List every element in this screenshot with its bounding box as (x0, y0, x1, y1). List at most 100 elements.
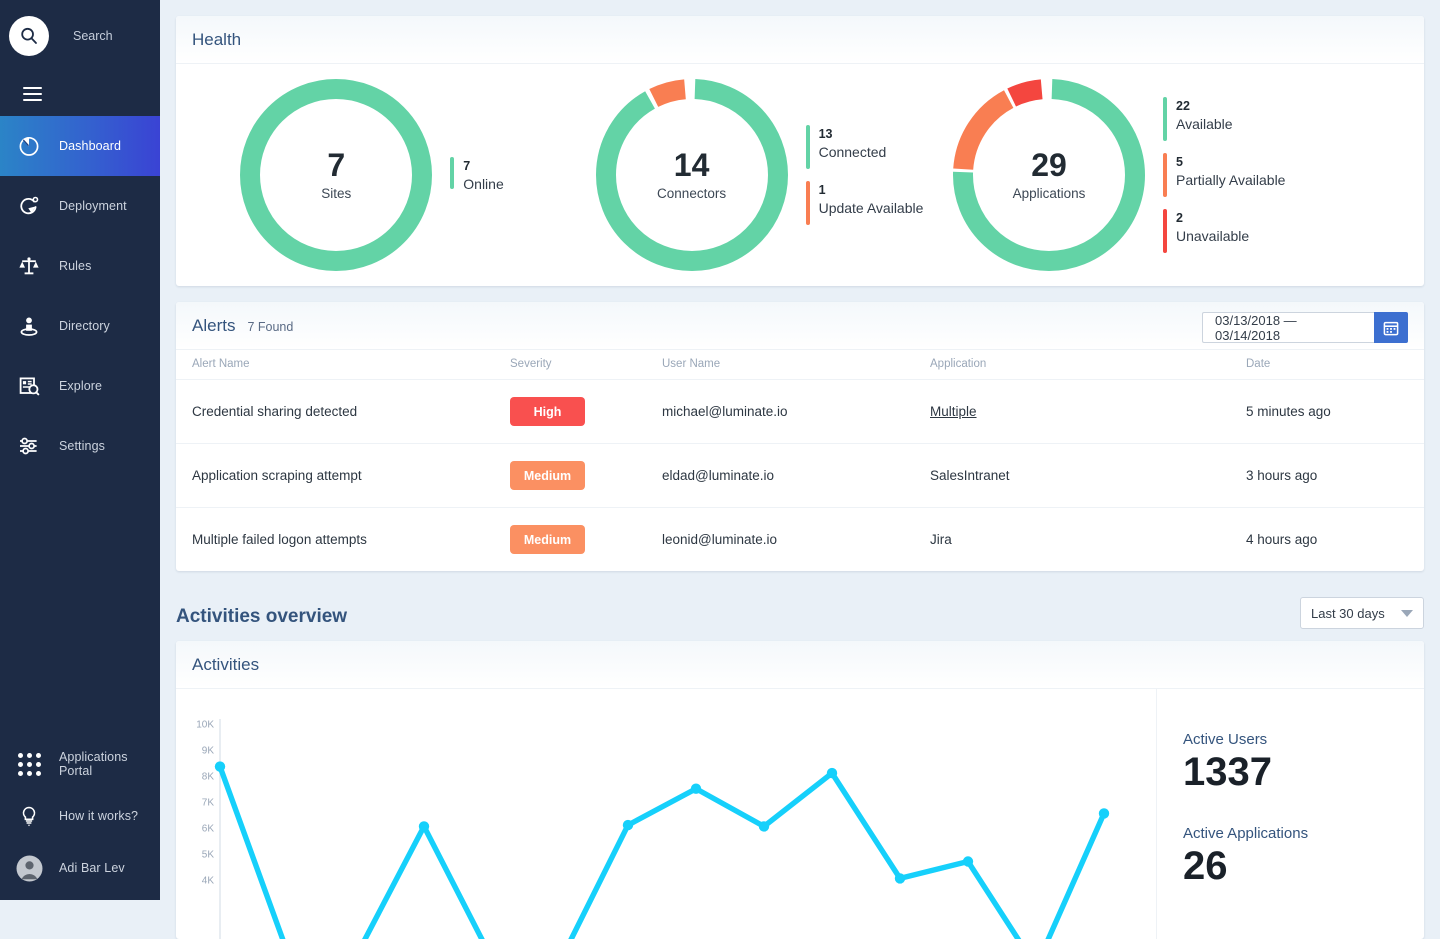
sidebar-item-label: Settings (59, 439, 105, 453)
legend-item: 22 Available (1163, 97, 1285, 141)
deployment-icon (13, 190, 45, 222)
cell-application: Jira (930, 508, 1246, 572)
sidebar-item-label: Adi Bar Lev (59, 861, 125, 875)
health-donuts: 7 Sites 7 Online (176, 64, 1424, 286)
cell-severity: High (510, 380, 662, 444)
status-badge: Medium (510, 525, 585, 554)
legend-item: 5 Partially Available (1163, 153, 1285, 197)
table-row[interactable]: Application scraping attempt Medium elda… (176, 444, 1424, 508)
status-badge: High (510, 397, 585, 426)
applications-donut: 29 Applications (951, 77, 1147, 273)
health-card: Health 7 Sites 7 (176, 16, 1424, 286)
avatar-icon (13, 852, 45, 884)
chart-data-point (623, 820, 633, 830)
chart-data-point (895, 873, 905, 883)
legend-item: 1 Update Available (806, 181, 924, 225)
legend-color-swatch (806, 181, 810, 225)
sidebar-item-settings[interactable]: Settings (0, 416, 160, 476)
legend-label: Online (463, 175, 503, 193)
chart-data-point (419, 821, 429, 831)
column-header-date[interactable]: Date (1246, 350, 1424, 380)
search-bar[interactable]: Search (0, 0, 160, 72)
sites-legend: 7 Online (450, 157, 503, 193)
sidebar-item-rules[interactable]: Rules (0, 236, 160, 296)
search-label: Search (73, 29, 113, 43)
column-header-severity[interactable]: Severity (510, 350, 662, 380)
legend-value: 7 (463, 159, 470, 173)
donut-group-sites: 7 Sites 7 Online (176, 77, 566, 273)
sidebar: Search Dashboard Deployment (0, 0, 160, 900)
activities-line-chart: 10K 9K 8K 7K 6K 5K 4K (176, 689, 1156, 939)
legend-color-swatch (450, 157, 454, 189)
chart-data-point (1099, 808, 1109, 818)
health-card-header: Health (176, 16, 1424, 64)
sidebar-item-dashboard[interactable]: Dashboard (0, 116, 160, 176)
cell-alert-name: Application scraping attempt (176, 444, 510, 508)
sidebar-item-how-it-works[interactable]: How it works? (0, 790, 160, 842)
main-content: Health 7 Sites 7 (160, 0, 1440, 900)
chart-data-point (215, 761, 225, 771)
activities-card-body: 10K 9K 8K 7K 6K 5K 4K Active Users 1337 (176, 689, 1424, 939)
table-row[interactable]: Credential sharing detected High michael… (176, 380, 1424, 444)
chevron-down-icon (1401, 610, 1413, 617)
legend-label: Unavailable (1176, 227, 1249, 245)
sidebar-item-applications-portal[interactable]: Applications Portal (0, 738, 160, 790)
cell-user-name: michael@luminate.io (662, 380, 930, 444)
time-range-select[interactable]: Last 30 days (1300, 597, 1424, 629)
legend-item: 2 Unavailable (1163, 209, 1285, 253)
connectors-donut: 14 Connectors (594, 77, 790, 273)
table-header-row: Alert Name Severity User Name Applicatio… (176, 350, 1424, 380)
sidebar-item-deployment[interactable]: Deployment (0, 176, 160, 236)
activities-card-header: Activities (176, 641, 1424, 689)
column-header-alert-name[interactable]: Alert Name (176, 350, 510, 380)
alerts-table: Alert Name Severity User Name Applicatio… (176, 350, 1424, 571)
legend-label: Partially Available (1176, 171, 1285, 189)
legend-color-swatch (806, 125, 810, 169)
legend-value: 13 (819, 127, 833, 141)
sites-count: 7 (238, 149, 434, 183)
cell-alert-name: Credential sharing detected (176, 380, 510, 444)
sidebar-item-label: Applications Portal (59, 750, 160, 778)
connectors-legend: 13 Connected 1 Update Available (806, 125, 924, 225)
column-header-user-name[interactable]: User Name (662, 350, 930, 380)
search-icon[interactable] (9, 16, 49, 56)
sites-donut-center: 7 Sites (238, 149, 434, 201)
hamburger-icon (23, 87, 42, 101)
time-range-value: Last 30 days (1311, 606, 1385, 621)
cell-date: 4 hours ago (1246, 508, 1424, 572)
alerts-date-range-picker[interactable]: 03/13/2018 — 03/14/2018 (1202, 312, 1408, 343)
activities-overview-title: Activities overview (176, 606, 347, 628)
cell-date: 3 hours ago (1246, 444, 1424, 508)
legend-color-swatch (1163, 97, 1167, 141)
sidebar-item-label: How it works? (59, 809, 138, 823)
search-glyph (19, 26, 39, 46)
table-row[interactable]: Multiple failed logon attempts Medium le… (176, 508, 1424, 572)
sidebar-item-user-profile[interactable]: Adi Bar Lev (0, 842, 160, 894)
donut-group-applications: 29 Applications 22 Available (951, 77, 1285, 273)
cell-date: 5 minutes ago (1246, 380, 1424, 444)
scales-icon (13, 250, 45, 282)
activities-title: Activities (192, 655, 259, 675)
sidebar-item-explore[interactable]: Explore (0, 356, 160, 416)
chart-line (220, 767, 1104, 939)
sidebar-item-directory[interactable]: Directory (0, 296, 160, 356)
cell-user-name: eldad@luminate.io (662, 444, 930, 508)
sidebar-item-label: Dashboard (59, 139, 121, 153)
legend-label: Update Available (819, 199, 924, 217)
hamburger-menu-button[interactable] (0, 72, 160, 116)
sidebar-item-label: Explore (59, 379, 102, 393)
connectors-label: Connectors (594, 186, 790, 201)
chart-data-point (691, 784, 701, 794)
alerts-card: Alerts 7 Found 03/13/2018 — 03/14/2018 (176, 302, 1424, 571)
health-title: Health (192, 30, 241, 50)
legend-value: 1 (819, 183, 826, 197)
pie-chart-icon (13, 130, 45, 162)
application-link[interactable]: Multiple (930, 404, 977, 419)
calendar-button[interactable] (1374, 312, 1408, 343)
column-header-application[interactable]: Application (930, 350, 1246, 380)
grid-dots-icon (13, 748, 45, 780)
chart-data-point (827, 768, 837, 778)
date-range-input[interactable]: 03/13/2018 — 03/14/2018 (1202, 312, 1374, 343)
sidebar-bottom-nav: Applications Portal How it works? (0, 738, 160, 900)
legend-color-swatch (1163, 153, 1167, 197)
